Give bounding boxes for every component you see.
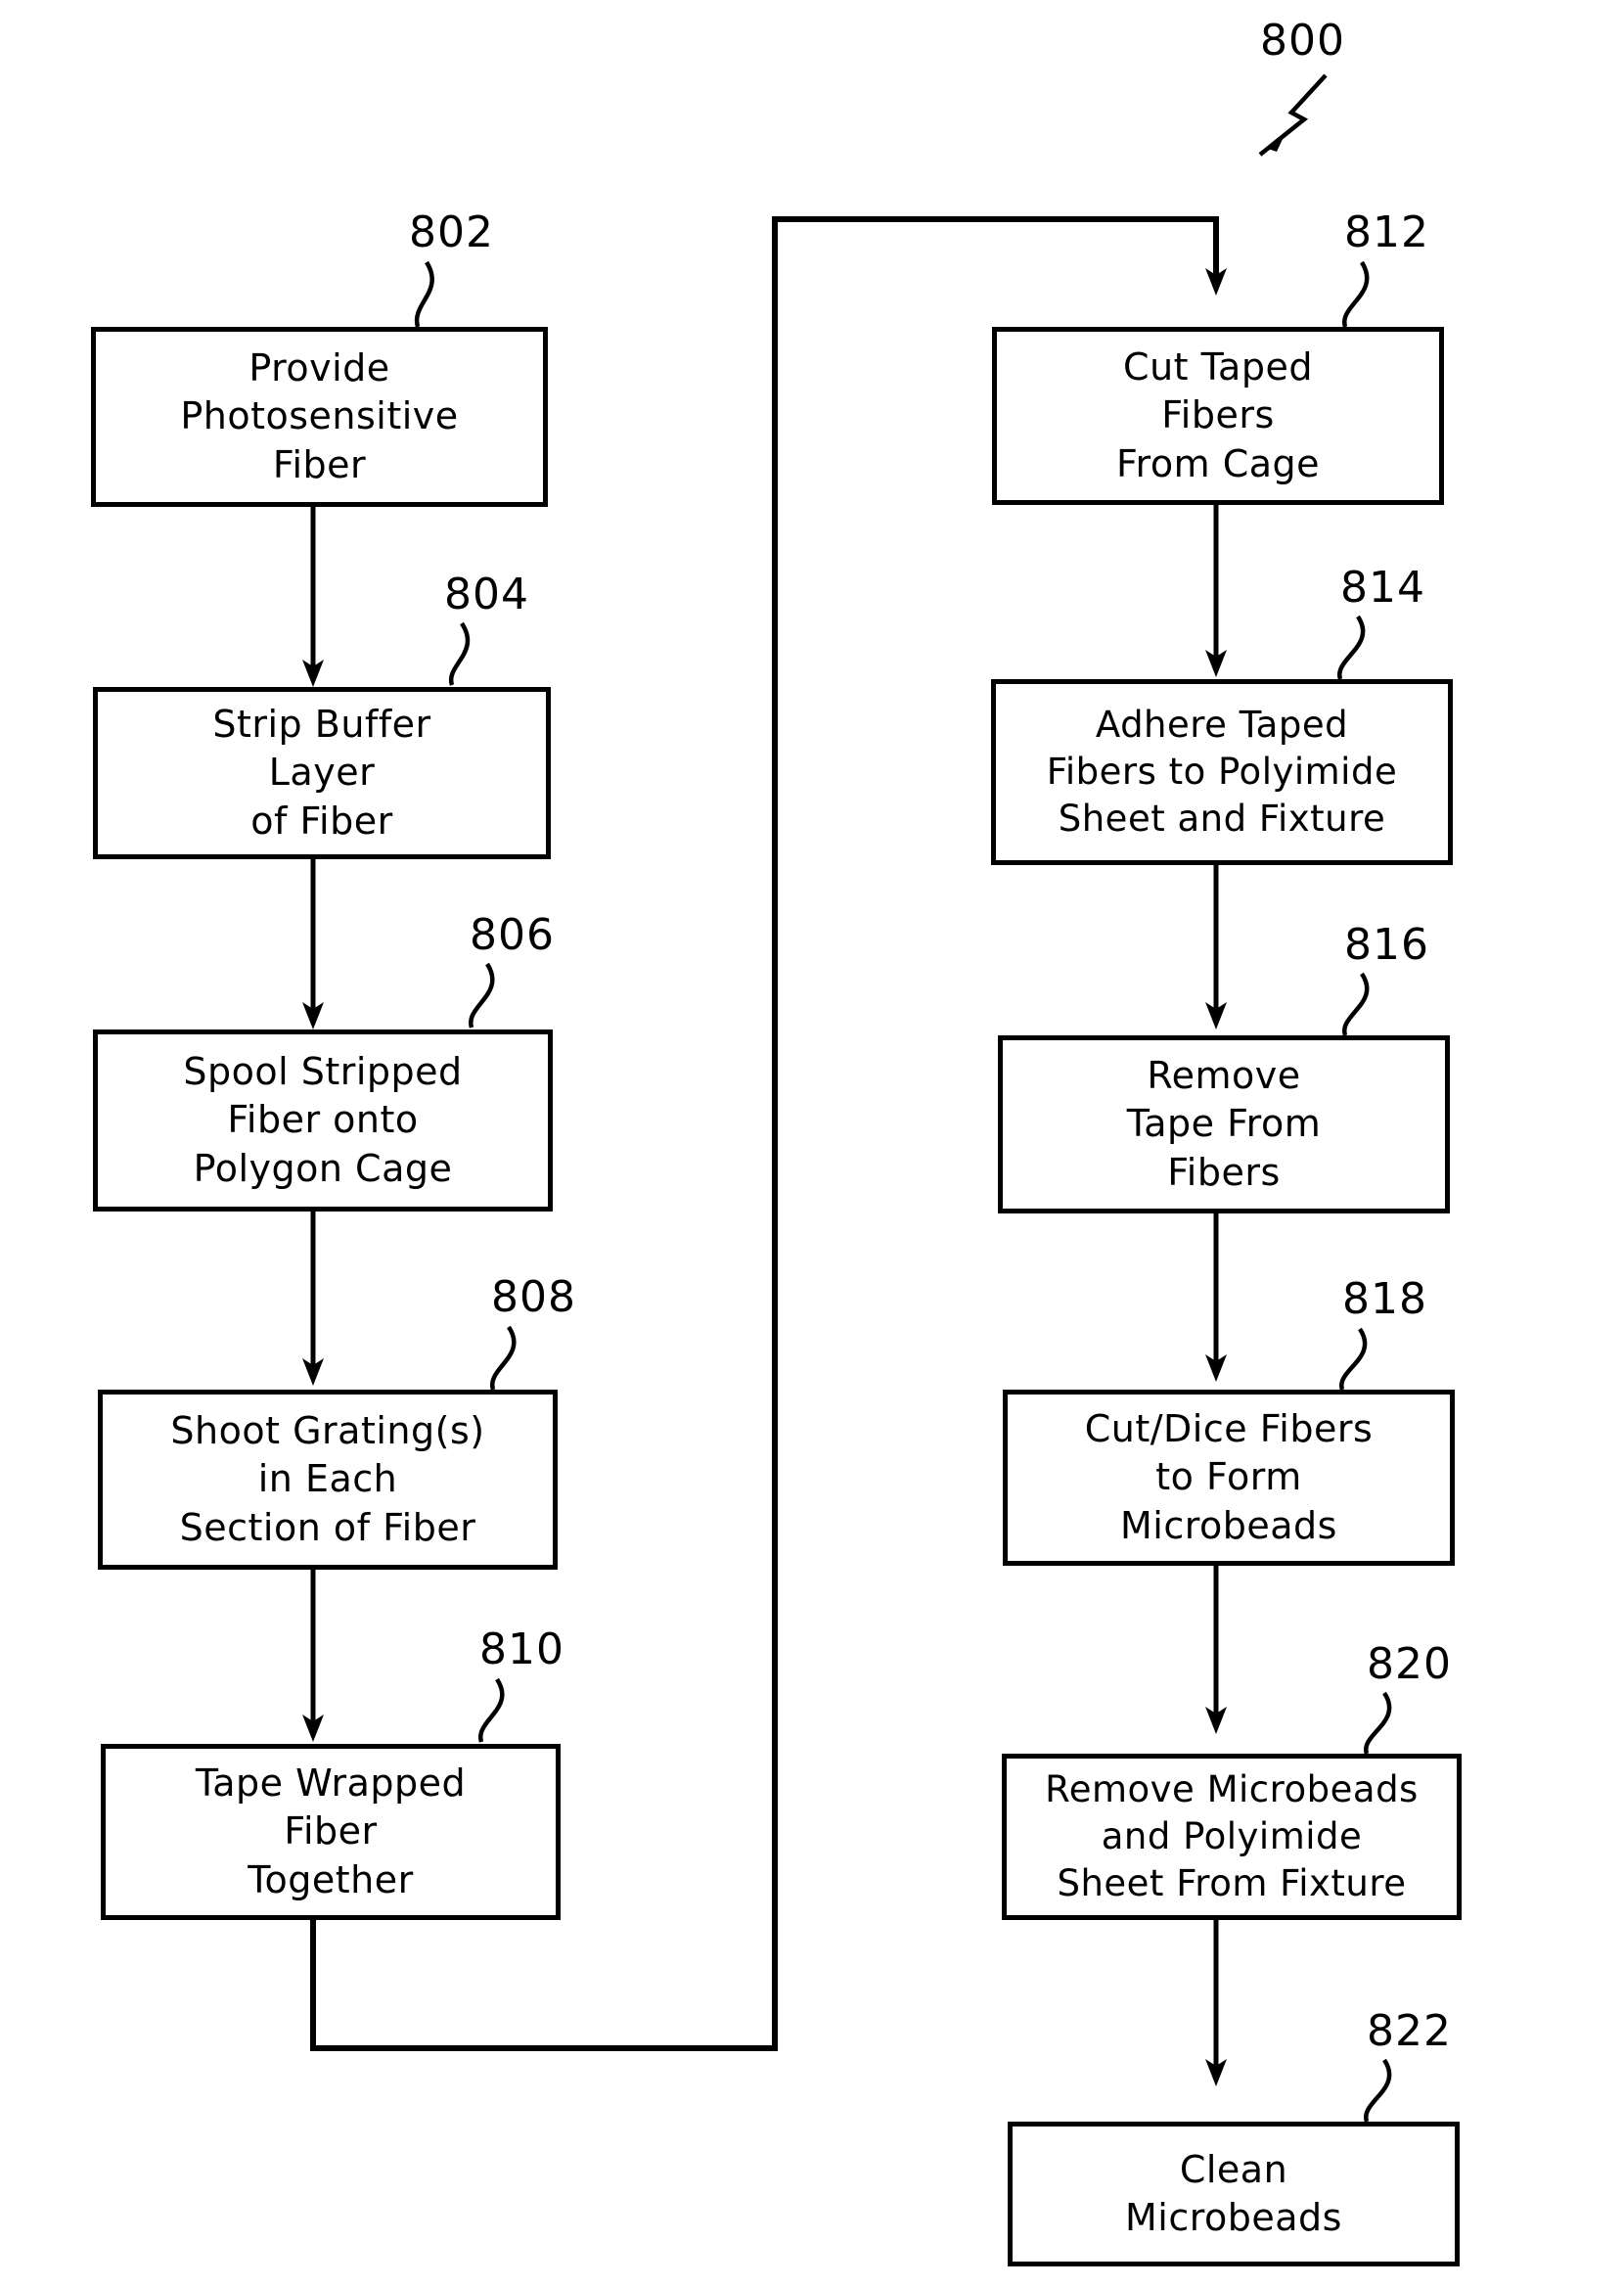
connector-802-to-804 (302, 507, 324, 687)
ref-label-822: 822 (1367, 2006, 1452, 2056)
ref-818-leader (1339, 1327, 1368, 1391)
process-box-808: Shoot Grating(s) in Each Section of Fibe… (98, 1390, 558, 1570)
ref-820-leader (1364, 1691, 1392, 1755)
process-box-802: Provide Photosensitive Fiber (91, 327, 548, 507)
connector-820-to-822 (1205, 1920, 1227, 2086)
ref-label-820: 820 (1367, 1639, 1452, 1689)
ref-816-leader (1342, 972, 1370, 1036)
connector-804-to-806 (302, 859, 324, 1029)
ref-label-804: 804 (444, 570, 529, 619)
ref-label-800: 800 (1260, 16, 1345, 66)
connector-812-to-814 (1205, 505, 1227, 677)
connector-808-to-810 (302, 1570, 324, 1742)
connector-818-to-820 (1205, 1566, 1227, 1734)
process-box-812-label: Cut Taped Fibers From Cage (1115, 344, 1321, 485)
ref-label-806: 806 (470, 910, 555, 960)
ref-802-leader (414, 260, 434, 328)
process-box-820-label: Remove Microbeads and Polyimide Sheet Fr… (1045, 1767, 1419, 1905)
process-box-818: Cut/Dice Fibers to Form Microbeads (1003, 1390, 1455, 1566)
ref-822-leader (1364, 2058, 1392, 2123)
process-box-810: Tape Wrapped Fiber Together (101, 1744, 561, 1920)
process-box-822-label: Clean Microbeads (1125, 2147, 1342, 2239)
ref-806-leader (469, 962, 495, 1029)
ref-label-814: 814 (1340, 563, 1425, 613)
process-box-806: Spool Stripped Fiber onto Polygon Cage (93, 1029, 553, 1212)
ref-label-810: 810 (479, 1624, 564, 1674)
connector-816-to-818 (1205, 1213, 1227, 1382)
connector-806-to-808 (302, 1212, 324, 1386)
connector-814-to-816 (1205, 865, 1227, 1029)
process-box-816: Remove Tape From Fibers (998, 1035, 1450, 1213)
ref-label-808: 808 (491, 1272, 576, 1322)
ref-label-816: 816 (1344, 920, 1429, 970)
process-box-814-label: Adhere Taped Fibers to Polyimide Sheet a… (1046, 703, 1398, 841)
ref-label-812: 812 (1344, 207, 1429, 257)
process-box-820: Remove Microbeads and Polyimide Sheet Fr… (1002, 1754, 1462, 1920)
process-box-816-label: Remove Tape From Fibers (1126, 1053, 1322, 1194)
process-box-808-label: Shoot Grating(s) in Each Section of Fibe… (170, 1408, 485, 1549)
ref-812-leader (1342, 260, 1370, 328)
process-box-804-label: Strip Buffer Layer of Fiber (212, 702, 431, 843)
process-box-822: Clean Microbeads (1008, 2122, 1460, 2266)
ref-814-leader (1337, 615, 1366, 680)
patent-flowchart-figure: 800 802 804 806 808 810 812 814 816 818 … (0, 0, 1624, 2287)
process-box-810-label: Tape Wrapped Fiber Together (195, 1761, 467, 1901)
ref-label-802: 802 (409, 207, 494, 257)
ref-label-818: 818 (1342, 1274, 1427, 1324)
ref-804-leader (448, 621, 471, 686)
process-box-818-label: Cut/Dice Fibers to Form Microbeads (1084, 1406, 1374, 1547)
process-box-802-label: Provide Photosensitive Fiber (180, 345, 459, 486)
ref-808-leader (490, 1325, 517, 1391)
process-box-806-label: Spool Stripped Fiber onto Polygon Cage (183, 1049, 463, 1190)
process-box-812: Cut Taped Fibers From Cage (992, 327, 1444, 505)
ref-800-leader-arrow (1258, 73, 1328, 157)
process-box-814: Adhere Taped Fibers to Polyimide Sheet a… (991, 679, 1453, 865)
process-box-804: Strip Buffer Layer of Fiber (93, 687, 551, 859)
ref-810-leader (478, 1677, 505, 1743)
